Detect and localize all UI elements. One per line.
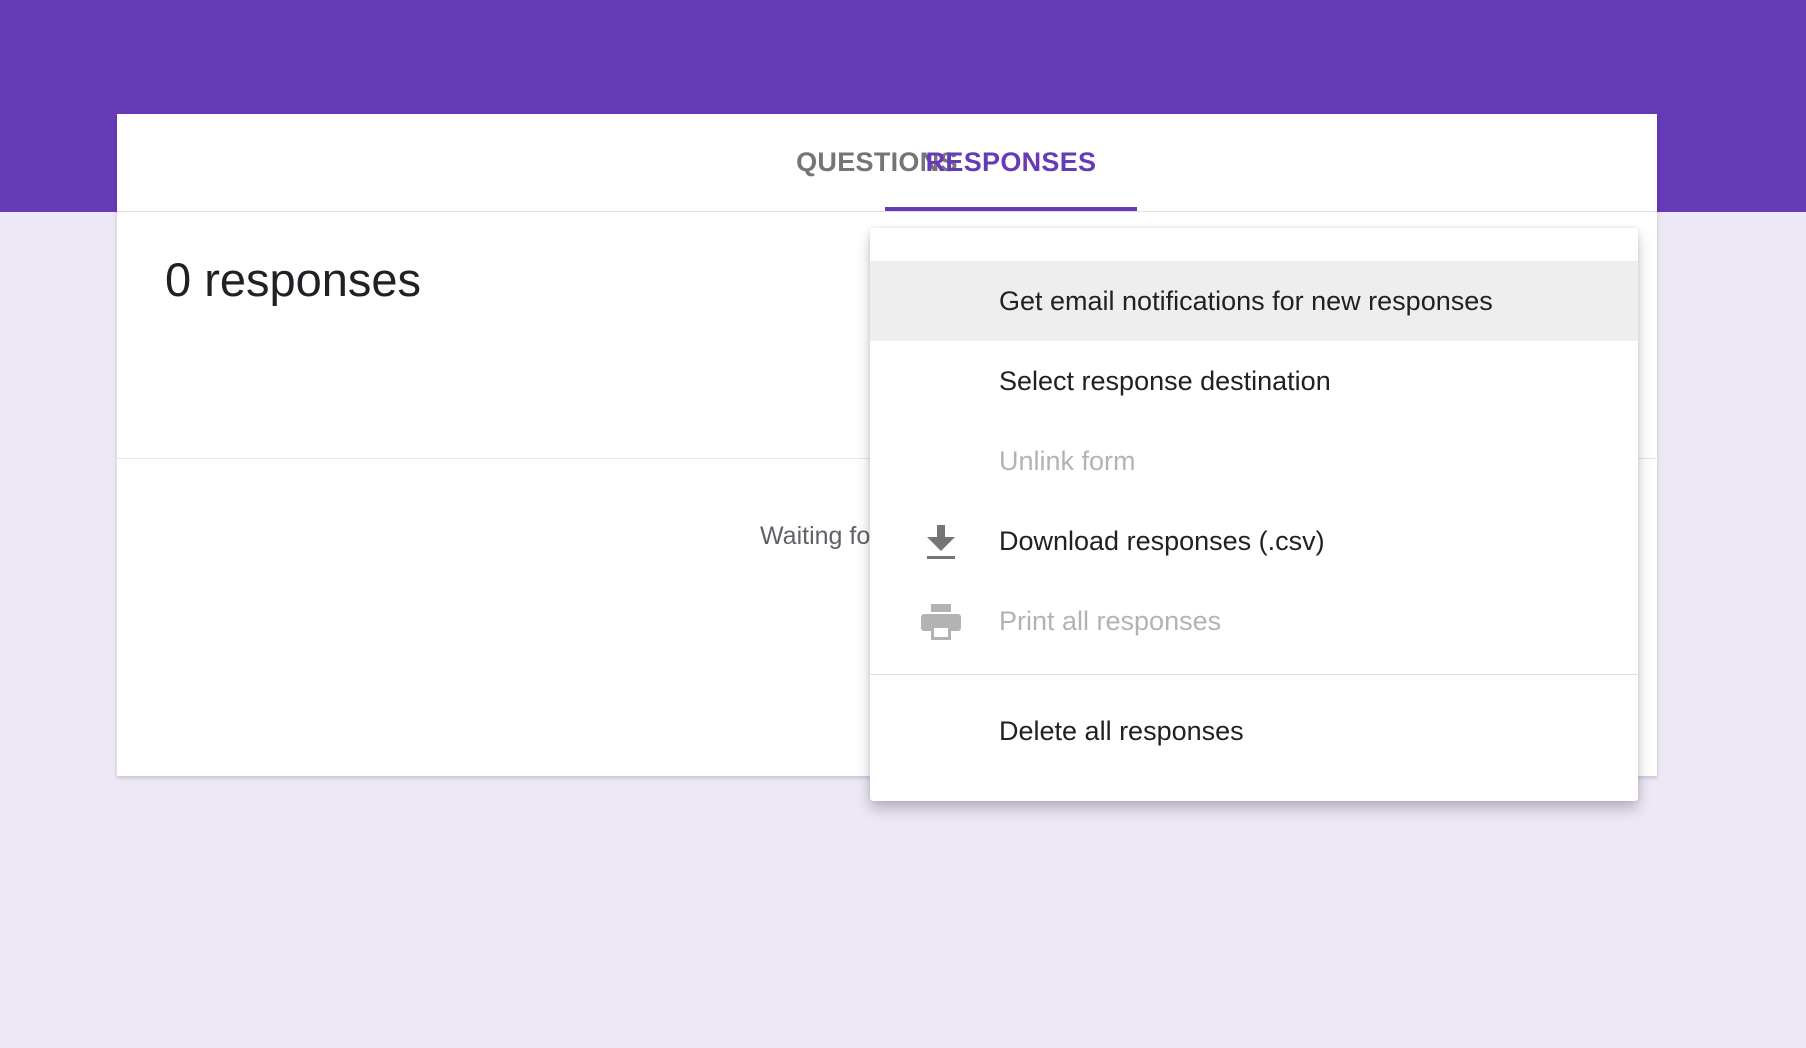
menu-divider — [870, 674, 1638, 675]
print-icon — [920, 603, 962, 641]
tab-responses[interactable]: RESPONSES — [885, 114, 1137, 211]
responses-menu: Get email notifications for new response… — [870, 228, 1638, 801]
menu-item-label: Download responses (.csv) — [999, 525, 1325, 556]
menu-item-label: Get email notifications for new response… — [999, 285, 1493, 316]
tab-bar: QUESTIONS RESPONSES — [117, 114, 1657, 212]
menu-item-email-notifications[interactable]: Get email notifications for new response… — [870, 261, 1638, 341]
menu-item-delete-all[interactable]: Delete all responses — [870, 691, 1638, 771]
menu-item-unlink-form[interactable]: Unlink form — [870, 421, 1638, 501]
menu-item-label: Select response destination — [999, 365, 1331, 396]
waiting-text: Waiting fo — [760, 522, 871, 550]
download-icon — [920, 523, 962, 561]
menu-item-download-csv[interactable]: Download responses (.csv) — [870, 501, 1638, 581]
menu-item-print-all[interactable]: Print all responses — [870, 581, 1638, 661]
menu-item-label: Print all responses — [999, 605, 1222, 636]
menu-item-label: Delete all responses — [999, 715, 1244, 746]
response-count: 0 responses — [165, 253, 422, 306]
menu-item-select-destination[interactable]: Select response destination — [870, 341, 1638, 421]
menu-item-label: Unlink form — [999, 445, 1136, 476]
active-tab-indicator — [885, 207, 1137, 211]
